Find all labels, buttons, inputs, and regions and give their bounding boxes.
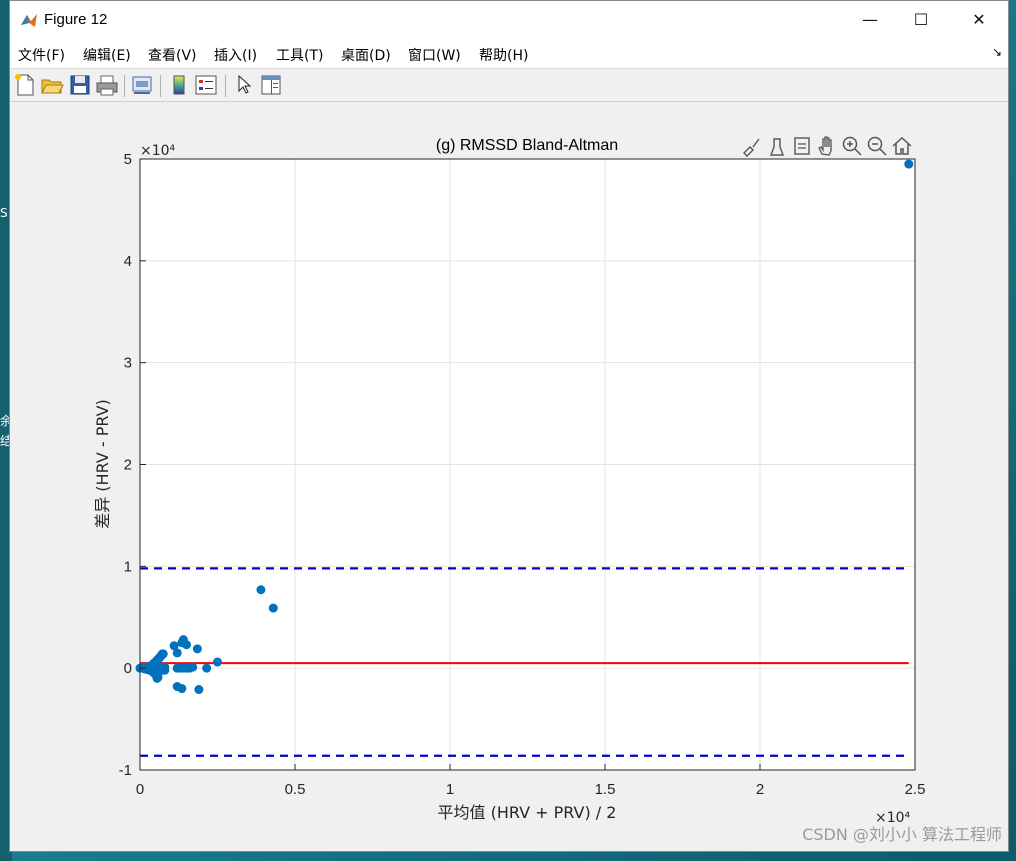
y-tick-label: 4	[124, 253, 132, 270]
bland-altman-plot[interactable]: 0 0.5 1 1.5 2 2.5-1012345 (g) RMSSD Bland-Alt…	[10, 102, 1008, 851]
toolbar-separator	[124, 75, 125, 97]
y-exponent-label: ×10⁴	[140, 143, 176, 159]
colorbar-icon[interactable]	[167, 73, 191, 97]
data-point	[182, 640, 191, 650]
close-button[interactable]: ✕	[957, 6, 1001, 34]
data-point	[188, 662, 198, 672]
title-bar[interactable]: Figure 12 — ☐ ✕	[10, 1, 1008, 38]
data-point	[213, 657, 222, 667]
menu-bar: 文件(F) 编辑(E) 查看(V) 插入(I) 工具(T) 桌面(D) 窗口(W…	[10, 38, 1008, 69]
zoom-in-icon[interactable]	[841, 135, 863, 157]
save-icon[interactable]	[68, 73, 92, 97]
data-point	[256, 585, 266, 595]
y-tick-label: 2	[124, 457, 132, 474]
data-cursor-icon[interactable]	[766, 135, 788, 157]
menu-desktop[interactable]: 桌面(D)	[341, 45, 391, 65]
desktop-text: S	[0, 206, 8, 220]
x-tick-label: 0.5	[285, 781, 306, 798]
open-file-icon[interactable]	[40, 73, 64, 97]
home-icon[interactable]	[891, 135, 913, 157]
legend-icon[interactable]	[194, 73, 218, 97]
menu-help[interactable]: 帮助(H)	[479, 45, 528, 65]
menu-window[interactable]: 窗口(W)	[408, 45, 461, 65]
property-editor-icon[interactable]	[259, 73, 283, 97]
data-point	[202, 663, 212, 673]
menu-file[interactable]: 文件(F)	[18, 45, 65, 65]
window-title: Figure 12	[44, 11, 108, 28]
matlab-logo-icon	[19, 10, 39, 30]
datatip-icon[interactable]	[791, 135, 813, 157]
y-axis-label: 差异 (HRV - PRV)	[93, 399, 112, 529]
data-point	[192, 644, 202, 654]
pointer-icon[interactable]	[232, 73, 256, 97]
x-tick-label: 0	[136, 781, 144, 798]
watermark: CSDN @刘小小 算法工程师	[802, 825, 1002, 844]
pan-icon[interactable]	[816, 135, 838, 157]
figure-window: Figure 12 — ☐ ✕ 文件(F) 编辑(E) 查看(V) 插入(I) …	[9, 0, 1009, 852]
print-icon[interactable]	[95, 73, 119, 97]
menu-edit[interactable]: 编辑(E)	[83, 45, 131, 65]
data-point	[160, 665, 170, 675]
data-point	[158, 649, 168, 659]
y-tick-label: -1	[119, 762, 132, 779]
x-tick-label: 1.5	[595, 781, 616, 798]
brush-icon[interactable]	[741, 135, 763, 157]
menu-insert[interactable]: 插入(I)	[214, 45, 257, 65]
y-tick-label: 3	[124, 355, 132, 372]
chart-title: (g) RMSSD Bland-Altman	[436, 137, 618, 154]
x-tick-label: 2.5	[905, 781, 926, 798]
new-figure-icon[interactable]	[13, 73, 37, 97]
x-tick-label: 2	[756, 781, 764, 798]
x-tick-label: 1	[446, 781, 454, 798]
print-preview-icon[interactable]	[130, 73, 154, 97]
data-point	[268, 603, 278, 613]
figure-canvas[interactable]: 0 0.5 1 1.5 2 2.5 -1 0 1 2 3 4 5 (g) RMSSD Bland-Alt…	[10, 102, 1008, 851]
data-point	[904, 159, 914, 169]
data-point	[177, 684, 187, 694]
data-point	[194, 685, 204, 695]
maximize-button[interactable]: ☐	[899, 6, 943, 34]
data-point	[152, 673, 162, 683]
menu-tools[interactable]: 工具(T)	[276, 45, 323, 65]
menu-view[interactable]: 查看(V)	[148, 45, 197, 65]
y-tick-label: 1	[124, 558, 132, 575]
menu-overflow-icon[interactable]: ↘	[992, 45, 1002, 59]
x-axis-label: 平均值 (HRV + PRV) / 2	[438, 803, 617, 822]
figure-toolbar	[10, 69, 1008, 102]
minimize-button[interactable]: —	[848, 6, 892, 34]
y-tick-label: 0	[124, 660, 132, 677]
toolbar-separator	[225, 75, 226, 97]
toolbar-separator	[160, 75, 161, 97]
zoom-out-icon[interactable]	[866, 135, 888, 157]
data-point	[172, 648, 182, 658]
y-tick-label: 5	[124, 151, 132, 168]
